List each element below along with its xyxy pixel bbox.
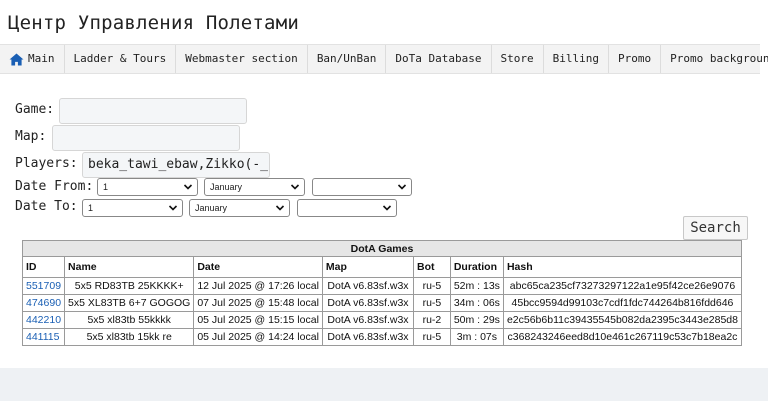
chevron-down-icon — [397, 184, 407, 190]
date-from-month-value: January — [210, 182, 243, 192]
row-duration-cell: 3m : 07s — [449, 328, 504, 346]
column-header-bot: Bot — [413, 256, 451, 278]
nav-item-label: Main — [28, 52, 55, 65]
game-id-link[interactable]: 442210 — [26, 314, 61, 326]
row-bot-cell: ru-2 — [413, 311, 451, 329]
page: Центр Управления Полетами Main Ladder & … — [0, 0, 768, 368]
row-name-cell: 5x5 RD83TB 25KKKK+ — [64, 277, 195, 295]
row-id-cell[interactable]: 474690 — [21, 294, 66, 312]
row-id-cell[interactable]: 551709 — [21, 277, 66, 295]
row-id-cell[interactable]: 442210 — [21, 311, 66, 329]
date-from-year-select[interactable] — [312, 178, 412, 196]
table-row: 441115 5x5 xl83tb 15kk re 05 Jul 2025 @ … — [21, 328, 743, 346]
row-hash-cell: 45bcc9594d99103c7cdf1fdc744264b816fdd646 — [502, 294, 743, 312]
row-map-cell: DotA v6.83sf.w3x — [321, 277, 415, 295]
column-header-date: Date — [193, 256, 323, 278]
date-to-day-select[interactable]: 1 — [82, 199, 183, 217]
row-date-cell: 05 Jul 2025 @ 15:15 local — [193, 311, 323, 329]
table-caption-row: DotA Games — [22, 240, 742, 257]
date-to-month-value: January — [195, 203, 228, 213]
row-date-cell: 12 Jul 2025 @ 17:26 local — [193, 277, 323, 295]
site-title: Центр Управления Полетами — [8, 12, 299, 34]
row-date-cell: 07 Jul 2025 @ 15:48 local — [193, 294, 323, 312]
date-to-day-value: 1 — [88, 203, 94, 213]
row-map-cell: DotA v6.83sf.w3x — [321, 328, 415, 346]
nav-item-main[interactable]: Main — [0, 45, 65, 73]
row-bot-cell: ru-5 — [413, 328, 451, 346]
column-header-hash: Hash — [502, 256, 743, 278]
search-button[interactable]: Search — [683, 216, 748, 240]
row-bot-cell: ru-5 — [413, 277, 451, 295]
chevron-down-icon — [290, 184, 300, 190]
footer-band — [0, 368, 768, 401]
row-duration-cell: 50m : 29s — [449, 311, 504, 329]
navbar: Main Ladder & Tours Webmaster section Ba… — [0, 44, 768, 74]
column-header-duration: Duration — [449, 256, 504, 278]
game-input[interactable] — [59, 98, 247, 124]
row-date-cell: 05 Jul 2025 @ 14:24 local — [193, 328, 323, 346]
date-from-day-value: 1 — [103, 182, 109, 192]
game-id-link[interactable]: 474690 — [26, 297, 61, 309]
column-header-map: Map — [321, 256, 415, 278]
date-to-month-select[interactable]: January — [189, 199, 290, 217]
date-from-month-select[interactable]: January — [204, 178, 305, 196]
game-id-link[interactable]: 551709 — [26, 280, 61, 292]
row-id-cell[interactable]: 441115 — [21, 328, 66, 346]
nav-item-promo[interactable]: Promo — [609, 45, 662, 73]
home-icon — [9, 52, 24, 66]
date-from-label: Date From: — [15, 179, 94, 194]
row-name-cell: 5x5 xl83tb 15kk re — [64, 328, 195, 346]
row-hash-cell: e2c56b6b11c39435545b082da2395c3443e285d8 — [502, 311, 743, 329]
row-duration-cell: 34m : 06s — [449, 294, 504, 312]
map-label: Map: — [15, 129, 47, 144]
date-from-day-select[interactable]: 1 — [97, 178, 198, 196]
table-caption: DotA Games — [22, 240, 742, 257]
column-header-id: ID — [21, 256, 66, 278]
chevron-down-icon — [168, 205, 178, 211]
row-duration-cell: 52m : 13s — [449, 277, 504, 295]
table-row: 474690 5x5 XL83TB 6+7 GOGOG 07 Jul 2025 … — [21, 294, 743, 312]
row-map-cell: DotA v6.83sf.w3x — [321, 294, 415, 312]
nav-item-webmaster-section[interactable]: Webmaster section — [176, 45, 308, 73]
games-table: DotA Games ID Name Date Map Bot Duration… — [21, 240, 743, 346]
nav-item-promo-background[interactable]: Promo background — [661, 45, 768, 73]
game-label: Game: — [15, 102, 55, 117]
nav-item-store[interactable]: Store — [492, 45, 544, 73]
chevron-down-icon — [183, 184, 193, 190]
date-to-year-select[interactable] — [297, 199, 397, 217]
nav-item-ladder-tours[interactable]: Ladder & Tours — [65, 45, 177, 73]
column-header-name: Name — [64, 256, 195, 278]
row-bot-cell: ru-5 — [413, 294, 451, 312]
nav-item-dota-database[interactable]: DoTa Database — [386, 45, 492, 73]
game-id-link[interactable]: 441115 — [26, 331, 59, 343]
chevron-down-icon — [382, 205, 392, 211]
table-row: 551709 5x5 RD83TB 25KKKK+ 12 Jul 2025 @ … — [21, 277, 743, 295]
row-map-cell: DotA v6.83sf.w3x — [321, 311, 415, 329]
players-input[interactable]: beka_tawi_ebaw,Zikko(-_- — [82, 152, 270, 178]
nav-item-ban-unban[interactable]: Ban/UnBan — [308, 45, 387, 73]
row-name-cell: 5x5 XL83TB 6+7 GOGOG — [64, 294, 195, 312]
table-row: 442210 5x5 xl83tb 55kkkk 05 Jul 2025 @ 1… — [21, 311, 743, 329]
players-label: Players: — [15, 156, 78, 171]
row-hash-cell: abc65ca235cf73273297122a1e95f42ce26e9076 — [502, 277, 743, 295]
chevron-down-icon — [275, 205, 285, 211]
nav-item-billing[interactable]: Billing — [544, 45, 609, 73]
map-input[interactable] — [52, 125, 240, 151]
row-name-cell: 5x5 xl83tb 55kkkk — [64, 311, 195, 329]
date-to-label: Date To: — [15, 199, 78, 214]
row-hash-cell: c368243246eed8d10e461c267119c53c7b18ea2c — [502, 328, 743, 346]
table-header-row: ID Name Date Map Bot Duration Hash — [21, 256, 743, 278]
